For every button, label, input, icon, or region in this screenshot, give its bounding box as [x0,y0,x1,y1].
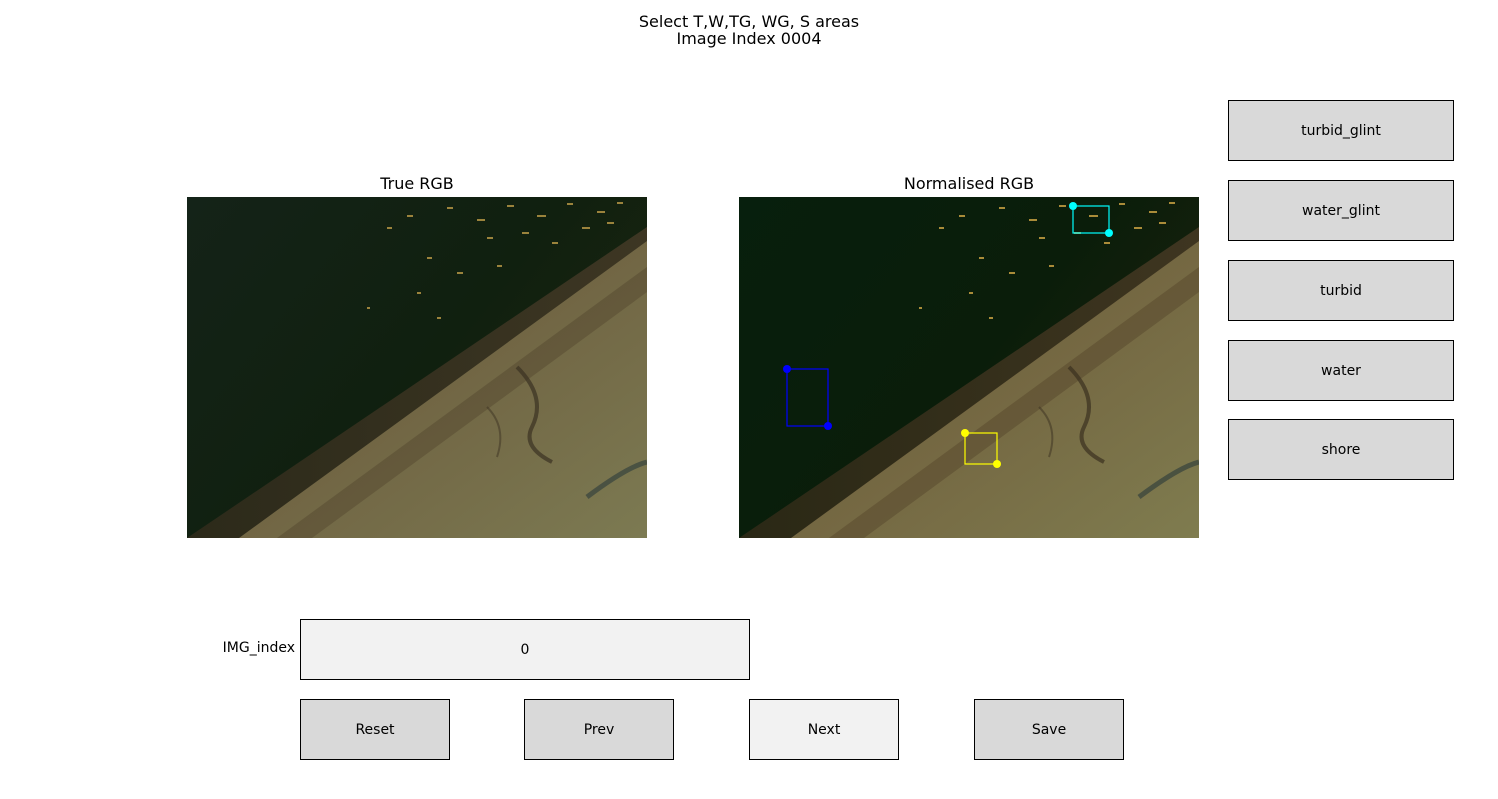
save-button[interactable]: Save [974,699,1124,760]
corner-handle[interactable] [993,460,1001,468]
corner-handle[interactable] [1105,229,1113,237]
water-button[interactable]: water [1228,340,1454,401]
water-glint-button[interactable]: water_glint [1228,180,1454,241]
corner-handle[interactable] [1069,202,1077,210]
corner-handle[interactable] [961,429,969,437]
shore-button[interactable]: shore [1228,419,1454,480]
figure-title: Select T,W,TG, WG, S areas Image Index 0… [0,13,1498,47]
corner-handle[interactable] [783,365,791,373]
img-index-input[interactable]: 0 [300,619,750,680]
normalised-rgb-image[interactable] [739,197,1199,538]
img-index-label: IMG_index [222,640,295,656]
title-line-1: Select T,W,TG, WG, S areas [638,12,860,31]
normalised-rgb-title: Normalised RGB [903,174,1035,193]
prev-button[interactable]: Prev [524,699,674,760]
next-button[interactable]: Next [749,699,899,760]
reset-button[interactable]: Reset [300,699,450,760]
true-rgb-image[interactable] [187,197,647,538]
corner-handle[interactable] [824,422,832,430]
turbid-button[interactable]: turbid [1228,260,1454,321]
turbid-glint-button[interactable]: turbid_glint [1228,100,1454,161]
title-line-2: Image Index 0004 [676,29,822,48]
true-rgb-title: True RGB [380,174,454,193]
